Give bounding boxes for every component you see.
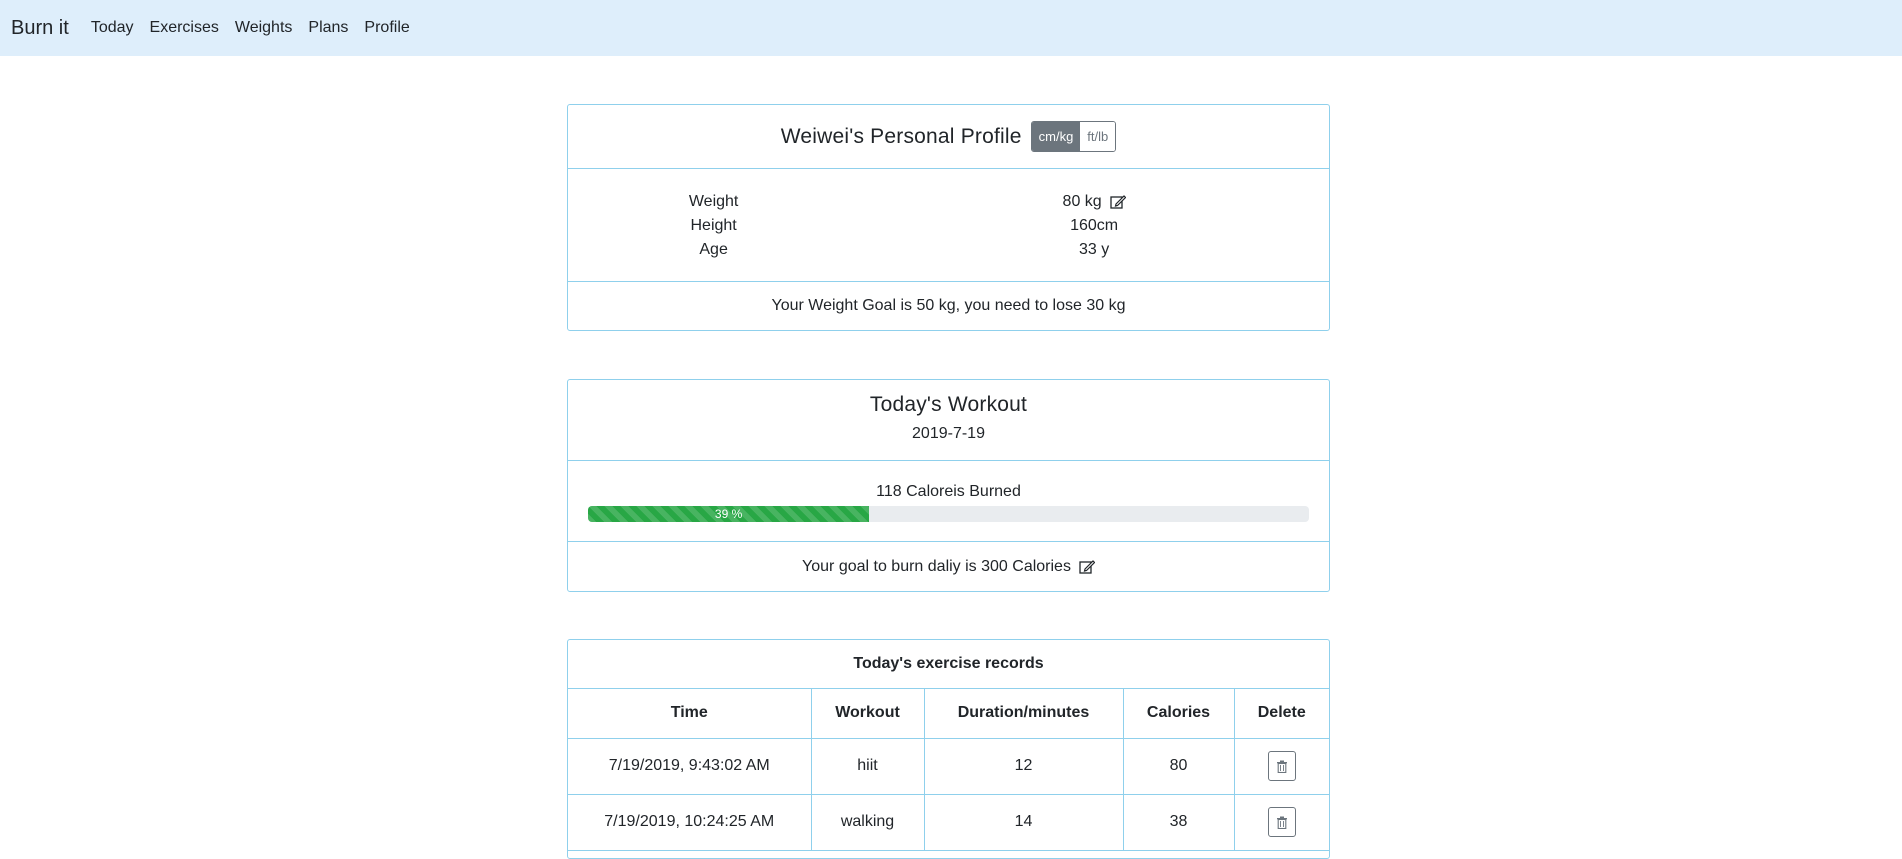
workout-date: 2019-7-19 xyxy=(912,425,985,442)
calories-burned-text: 118 Caloreis Burned xyxy=(876,483,1021,500)
calories-progress-section: 118 Caloreis Burned 39 % xyxy=(568,461,1329,542)
column-header: Calories xyxy=(1122,689,1235,739)
navbar: Burn it Today Exercises Weights Plans Pr… xyxy=(0,0,1902,56)
nav-link-weights[interactable]: Weights xyxy=(227,19,301,37)
stat-label: Height xyxy=(690,217,737,234)
unit-imperial-button[interactable]: ft/lb xyxy=(1080,122,1116,151)
column-header: Delete xyxy=(1233,689,1329,739)
table-row: 7/19/2019, 9:43:02 AM hiit 12 80 xyxy=(568,737,1329,795)
daily-goal-section: Your goal to burn daliy is 300 Calories xyxy=(568,542,1329,591)
stat-value: 80 kg xyxy=(1062,193,1102,210)
column-header: Time xyxy=(568,689,812,739)
unit-toggle: cm/kg ft/lb xyxy=(1030,121,1117,152)
stat-row-age: Age 33 y xyxy=(568,238,1329,262)
nav-link-plans[interactable]: Plans xyxy=(300,19,356,37)
edit-icon[interactable] xyxy=(1079,559,1096,574)
delete-button[interactable] xyxy=(1267,807,1296,837)
workout-title: Today's Workout xyxy=(869,393,1028,416)
stat-label: Weight xyxy=(688,193,739,210)
cell-duration: 14 xyxy=(923,793,1124,851)
table-row: 7/19/2019, 10:24:25 AM walking 14 38 xyxy=(568,793,1329,851)
delete-button[interactable] xyxy=(1267,751,1296,781)
cell-calories: 80 xyxy=(1122,737,1235,795)
weight-goal-text: Your Weight Goal is 50 kg, you need to l… xyxy=(771,297,1126,314)
unit-metric-button[interactable]: cm/kg xyxy=(1031,122,1081,151)
column-header: Workout xyxy=(810,689,925,739)
nav-link-profile[interactable]: Profile xyxy=(356,19,417,37)
nav-link-today[interactable]: Today xyxy=(83,19,142,37)
calories-progress-bar: 39 % xyxy=(588,506,870,522)
cell-delete xyxy=(1233,793,1329,851)
cell-time: 7/19/2019, 10:24:25 AM xyxy=(568,793,812,851)
stat-row-weight: Weight 80 kg xyxy=(568,190,1329,214)
profile-stats: Weight 80 kg Height 160cm Age 33 y xyxy=(568,169,1329,282)
daily-goal-text: Your goal to burn daliy is 300 Calories xyxy=(802,557,1071,575)
stat-value: 160cm xyxy=(1070,217,1119,234)
trash-icon xyxy=(1276,760,1287,773)
records-card: Today's exercise records Time Workout Du… xyxy=(567,639,1330,859)
cell-workout: walking xyxy=(810,793,925,851)
stat-value-container: 80 kg xyxy=(859,193,1329,211)
records-title: Today's exercise records xyxy=(568,640,1329,689)
brand-link[interactable]: Burn it xyxy=(11,17,69,40)
cell-delete xyxy=(1233,737,1329,795)
stat-value: 33 y xyxy=(1078,241,1110,258)
profile-card: Weiwei's Personal Profile cm/kg ft/lb We… xyxy=(567,104,1330,331)
stat-row-height: Height 160cm xyxy=(568,214,1329,238)
profile-header: Weiwei's Personal Profile cm/kg ft/lb xyxy=(568,105,1329,169)
stat-label: Age xyxy=(699,241,728,258)
edit-icon[interactable] xyxy=(1110,195,1127,209)
cell-calories: 38 xyxy=(1122,793,1235,851)
records-table: Time Workout Duration/minutes Calories D… xyxy=(568,689,1329,851)
column-header: Duration/minutes xyxy=(923,689,1124,739)
trash-icon xyxy=(1276,816,1287,829)
cell-time: 7/19/2019, 9:43:02 AM xyxy=(568,737,812,795)
nav-link-exercises[interactable]: Exercises xyxy=(142,19,227,37)
calories-progress: 39 % xyxy=(588,506,1309,522)
cell-workout: hiit xyxy=(810,737,925,795)
workout-card: Today's Workout 2019-7-19 118 Caloreis B… xyxy=(567,379,1330,592)
table-header-row: Time Workout Duration/minutes Calories D… xyxy=(568,689,1329,739)
workout-header: Today's Workout 2019-7-19 xyxy=(568,380,1329,461)
cell-duration: 12 xyxy=(923,737,1124,795)
profile-title: Weiwei's Personal Profile xyxy=(780,124,1022,148)
